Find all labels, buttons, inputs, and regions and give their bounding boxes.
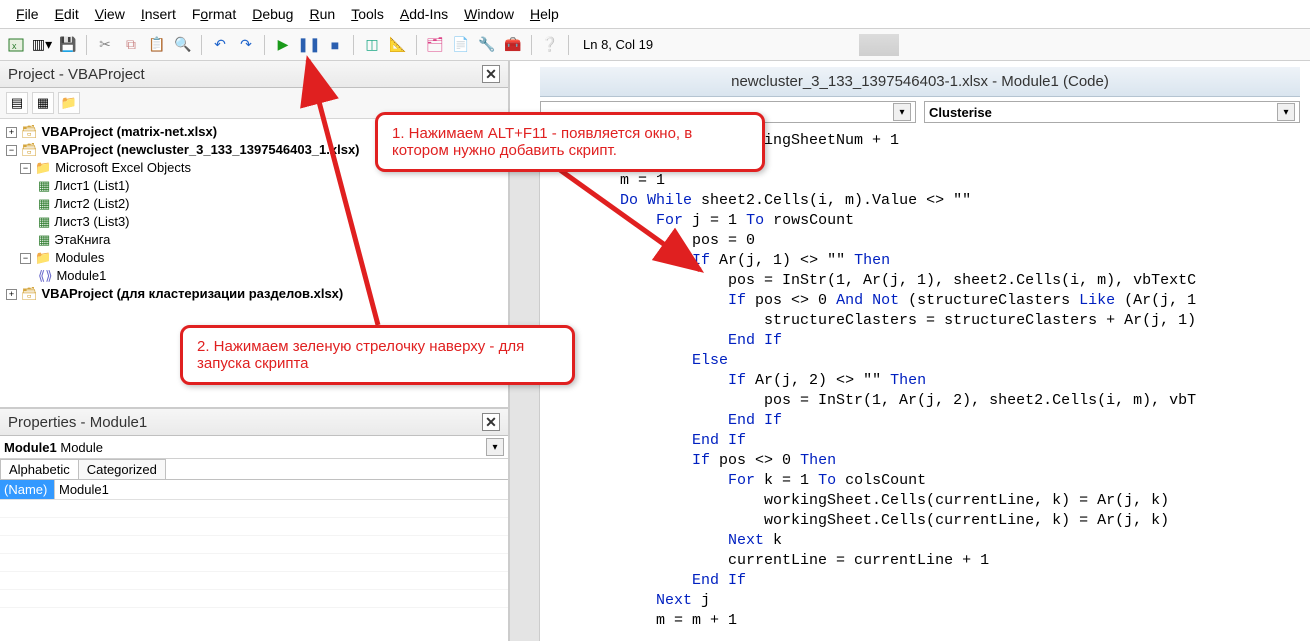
properties-object-name: Module1 bbox=[4, 440, 57, 455]
menu-tools[interactable]: Tools bbox=[345, 4, 390, 24]
module-icon: ⟪⟫ bbox=[38, 267, 52, 285]
save-icon[interactable]: 💾 bbox=[58, 35, 78, 55]
menu-format[interactable]: Format bbox=[186, 4, 242, 24]
property-row[interactable]: (Name) Module1 bbox=[0, 480, 508, 499]
excel-icon[interactable]: x bbox=[6, 35, 26, 55]
folder-icon: 📁 bbox=[35, 249, 51, 267]
properties-panel-header: Properties - Module1 ✕ bbox=[0, 409, 508, 436]
sheet-icon: ▦ bbox=[38, 195, 50, 213]
properties-object-type: Module bbox=[60, 440, 103, 455]
tree-meo[interactable]: Microsoft Excel Objects bbox=[55, 159, 191, 177]
tree-sheet3[interactable]: Лист3 (List3) bbox=[54, 213, 129, 231]
properties-grid bbox=[0, 499, 508, 609]
tree-module1[interactable]: Module1 bbox=[56, 267, 106, 285]
sheet-icon: ▦ bbox=[38, 177, 50, 195]
close-icon[interactable]: ✕ bbox=[482, 65, 500, 83]
tree-project-3[interactable]: VBAProject (для кластеризации разделов.x… bbox=[42, 285, 344, 303]
chevron-down-icon[interactable]: ▾ bbox=[1277, 103, 1295, 121]
procedure-combo[interactable]: Clusterise ▾ bbox=[924, 101, 1300, 123]
properties-tabs: Alphabetic Categorized bbox=[0, 459, 508, 480]
view-code-icon[interactable]: ▤ bbox=[6, 92, 28, 114]
menu-view[interactable]: View bbox=[89, 4, 131, 24]
sheet-icon: ▦ bbox=[38, 213, 50, 231]
undo-icon[interactable]: ↶ bbox=[210, 35, 230, 55]
main-toolbar: x ▥▾ 💾 ✂ ⧉ 📋 🔍 ↶ ↷ ▶ ❚❚ ■ ◫ 📐 🗂 📄 🔧 🧰 ❔ … bbox=[0, 29, 1310, 61]
ruler-icon[interactable]: 📐 bbox=[388, 35, 408, 55]
annotation-2: 2. Нажимаем зеленую стрелочку наверху - … bbox=[180, 325, 575, 385]
properties-icon[interactable]: 📄 bbox=[451, 35, 471, 55]
toolbox-icon[interactable]: 🧰 bbox=[503, 35, 523, 55]
tree-workbook[interactable]: ЭтаКнига bbox=[54, 231, 110, 249]
project-explorer-icon[interactable]: 🗂 bbox=[425, 35, 445, 55]
project-panel-header: Project - VBAProject ✕ bbox=[0, 61, 508, 88]
menu-debug[interactable]: Debug bbox=[246, 4, 299, 24]
menu-insert[interactable]: Insert bbox=[135, 4, 182, 24]
menu-add-ins[interactable]: Add-Ins bbox=[394, 4, 454, 24]
menu-run[interactable]: Run bbox=[303, 4, 341, 24]
expander-icon[interactable]: − bbox=[6, 145, 17, 156]
tree-project-1[interactable]: VBAProject (matrix-net.xlsx) bbox=[42, 123, 218, 141]
workbook-icon: ▦ bbox=[38, 231, 50, 249]
view-object-icon[interactable]: ▦ bbox=[32, 92, 54, 114]
toolbar-shade bbox=[859, 34, 899, 56]
tree-modules[interactable]: Modules bbox=[55, 249, 104, 267]
property-name: (Name) bbox=[0, 480, 55, 499]
object-browser-icon[interactable]: 🔧 bbox=[477, 35, 497, 55]
design-mode-icon[interactable]: ◫ bbox=[362, 35, 382, 55]
cut-icon[interactable]: ✂ bbox=[95, 35, 115, 55]
tab-alphabetic[interactable]: Alphabetic bbox=[0, 459, 79, 479]
help-icon[interactable]: ❔ bbox=[540, 35, 560, 55]
project-panel-title: Project - VBAProject bbox=[8, 66, 145, 83]
expander-icon[interactable]: + bbox=[6, 127, 17, 138]
folder-icon[interactable]: 📁 bbox=[58, 92, 80, 114]
vba-project-icon: 🗃 bbox=[21, 285, 38, 303]
menu-edit[interactable]: Edit bbox=[49, 4, 85, 24]
redo-icon[interactable]: ↷ bbox=[236, 35, 256, 55]
folder-icon: 📁 bbox=[35, 159, 51, 177]
run-icon[interactable]: ▶ bbox=[273, 35, 293, 55]
chevron-down-icon[interactable]: ▾ bbox=[486, 438, 504, 456]
expander-icon[interactable]: + bbox=[6, 289, 17, 300]
expander-icon[interactable]: − bbox=[20, 163, 31, 174]
insert-module-icon[interactable]: ▥▾ bbox=[32, 35, 52, 55]
code-window-title: newcluster_3_133_1397546403-1.xlsx - Mod… bbox=[540, 67, 1300, 97]
stop-icon[interactable]: ■ bbox=[325, 35, 345, 55]
chevron-down-icon[interactable]: ▾ bbox=[893, 103, 911, 121]
tab-categorized[interactable]: Categorized bbox=[78, 459, 166, 479]
procedure-combo-value: Clusterise bbox=[929, 105, 992, 120]
annotation-1: 1. Нажимаем ALT+F11 - появляется окно, в… bbox=[375, 112, 765, 172]
menubar: FileEditViewInsertFormatDebugRunToolsAdd… bbox=[0, 0, 1310, 29]
tree-sheet2[interactable]: Лист2 (List2) bbox=[54, 195, 129, 213]
close-icon[interactable]: ✕ bbox=[482, 413, 500, 431]
vba-project-icon: 🗃 bbox=[21, 141, 38, 159]
svg-text:x: x bbox=[12, 41, 17, 51]
code-editor[interactable]: etNum = workingSheetNum + 1 currentLine … bbox=[540, 127, 1310, 641]
properties-panel-title: Properties - Module1 bbox=[8, 414, 147, 431]
menu-help[interactable]: Help bbox=[524, 4, 565, 24]
find-icon[interactable]: 🔍 bbox=[173, 35, 193, 55]
properties-object-combo[interactable]: Module1 Module ▾ bbox=[0, 436, 508, 459]
property-value[interactable]: Module1 bbox=[55, 480, 113, 499]
menu-window[interactable]: Window bbox=[458, 4, 520, 24]
paste-icon[interactable]: 📋 bbox=[147, 35, 167, 55]
tree-sheet1[interactable]: Лист1 (List1) bbox=[54, 177, 129, 195]
copy-icon[interactable]: ⧉ bbox=[121, 35, 141, 55]
tree-project-2[interactable]: VBAProject (newcluster_3_133_1397546403_… bbox=[42, 141, 360, 159]
menu-file[interactable]: File bbox=[10, 4, 45, 24]
expander-icon[interactable]: − bbox=[20, 253, 31, 264]
pause-icon[interactable]: ❚❚ bbox=[299, 35, 319, 55]
cursor-position: Ln 8, Col 19 bbox=[577, 37, 653, 52]
vba-project-icon: 🗃 bbox=[21, 123, 38, 141]
